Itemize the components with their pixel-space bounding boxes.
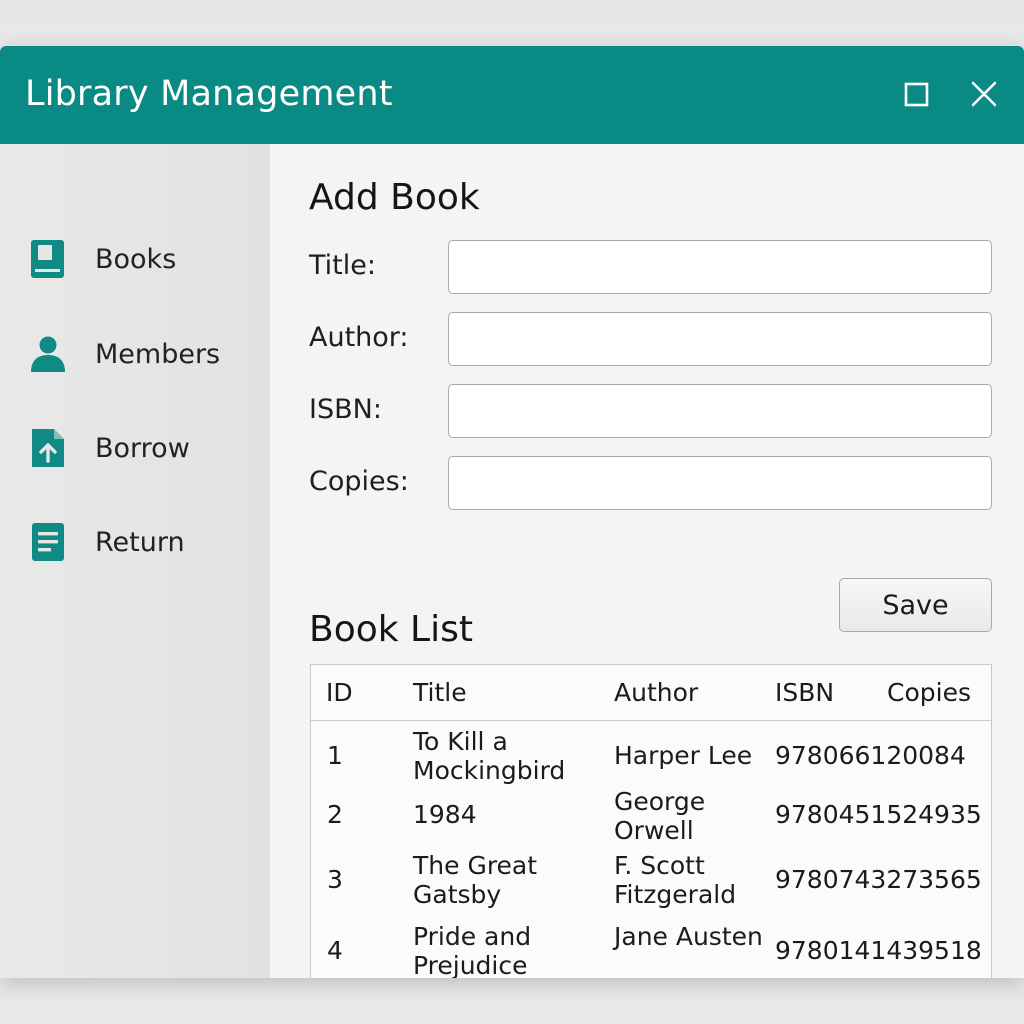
user-icon — [31, 336, 65, 372]
book-icon — [31, 240, 64, 278]
cell-title: 1984 — [413, 800, 477, 829]
cell-title: Pride and Prejudice — [413, 922, 532, 978]
close-button[interactable] — [966, 76, 1002, 112]
cell-author: Jane Austen — [614, 922, 763, 951]
author-label: Author: — [309, 322, 409, 353]
book-list-heading: Book List — [309, 609, 473, 650]
sidebar-item-label: Books — [95, 244, 177, 275]
copies-field[interactable] — [448, 456, 992, 510]
list-document-icon — [32, 523, 64, 561]
book-table: ID Title Author ISBN Copies 1 To Kill a … — [310, 664, 992, 978]
cell-id: 1 — [327, 741, 343, 770]
cell-author: George Orwell — [614, 787, 706, 845]
copies-label: Copies: — [309, 466, 409, 497]
cell-isbn: 978066120084 — [775, 741, 966, 770]
add-book-heading: Add Book — [309, 177, 480, 218]
title-bar: Library Management — [0, 46, 1024, 144]
column-header-copies[interactable]: Copies — [887, 678, 971, 707]
cell-title: To Kill a Mockingbird — [413, 727, 566, 785]
sidebar-item-borrow[interactable]: Borrow — [0, 413, 270, 483]
main-content: Add Book Title: Author: ISBN: Copies: Sa… — [270, 144, 1024, 978]
cell-id: 3 — [327, 865, 343, 894]
sidebar: Books Members Borrow Return — [0, 144, 270, 978]
cell-isbn: 9780451524935 — [775, 800, 982, 829]
close-icon — [971, 81, 997, 107]
column-header-id[interactable]: ID — [326, 678, 353, 707]
sidebar-item-label: Members — [95, 339, 221, 370]
title-label: Title: — [309, 250, 376, 281]
cell-title: The Great Gatsby — [413, 851, 538, 909]
sidebar-item-return[interactable]: Return — [0, 507, 270, 577]
sidebar-item-label: Return — [95, 527, 185, 558]
column-header-author[interactable]: Author — [614, 678, 698, 707]
cell-isbn: 9780141439518 — [775, 936, 982, 965]
sidebar-item-members[interactable]: Members — [0, 319, 270, 389]
sidebar-item-books[interactable]: Books — [0, 224, 270, 294]
column-header-title[interactable]: Title — [413, 678, 467, 707]
author-field[interactable] — [448, 312, 992, 366]
cell-id: 4 — [327, 936, 343, 965]
cell-id: 2 — [327, 800, 343, 829]
column-header-isbn[interactable]: ISBN — [775, 678, 834, 707]
save-button[interactable]: Save — [839, 578, 992, 632]
upload-document-icon — [32, 429, 64, 467]
cell-author: F. Scott Fitzgerald — [614, 851, 737, 909]
sidebar-item-label: Borrow — [95, 433, 190, 464]
app-title: Library Management — [25, 74, 393, 114]
maximize-icon — [904, 82, 929, 107]
isbn-field[interactable] — [448, 384, 992, 438]
app-window: Library Management Books Members Borrow … — [0, 46, 1024, 978]
table-header: ID Title Author ISBN Copies — [311, 665, 991, 721]
title-field[interactable] — [448, 240, 992, 294]
cell-author: Harper Lee — [614, 741, 753, 770]
cell-isbn: 9780743273565 — [775, 865, 982, 894]
maximize-button[interactable] — [898, 76, 934, 112]
isbn-label: ISBN: — [309, 394, 382, 425]
